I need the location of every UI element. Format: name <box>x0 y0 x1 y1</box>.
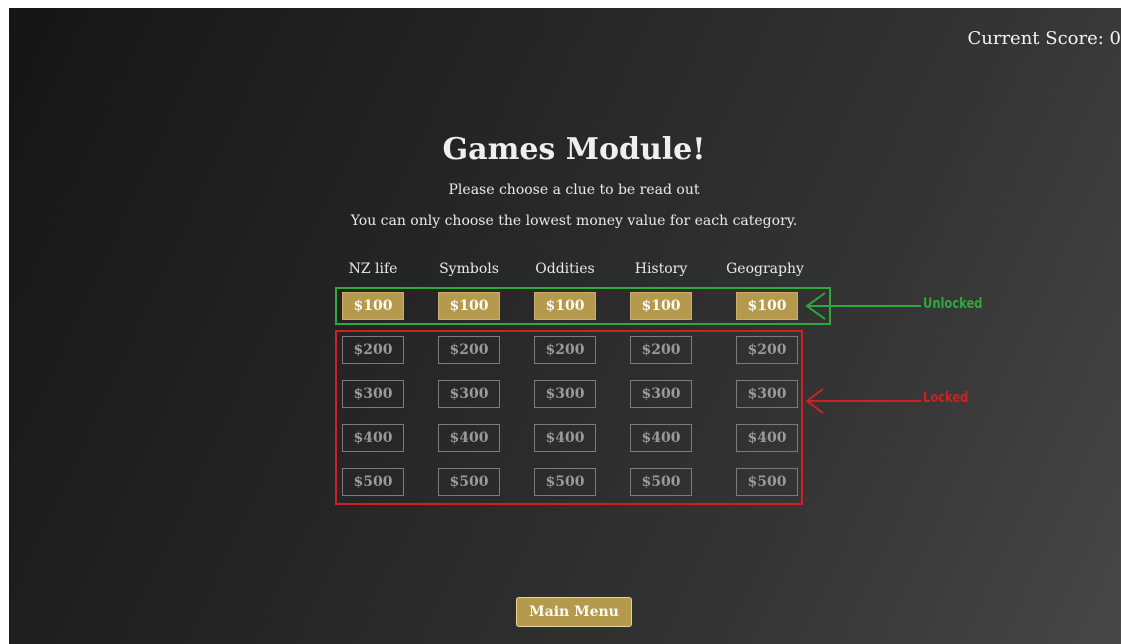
clue-button-geography-400: $400 <box>736 424 798 452</box>
clue-button-geography-200: $200 <box>736 336 798 364</box>
unlocked-annotation-label: Unlocked <box>923 296 983 312</box>
clue-button-oddities-100[interactable]: $100 <box>534 292 596 320</box>
clue-button-history-300: $300 <box>630 380 692 408</box>
main-menu-button[interactable]: Main Menu <box>516 597 632 627</box>
clue-button-symbols-500: $500 <box>438 468 500 496</box>
unlocked-arrow-icon <box>805 292 921 320</box>
category-header-history: History <box>634 261 688 277</box>
instruction-text: Please choose a clue to be read out <box>448 182 700 198</box>
clue-button-nz-life-400: $400 <box>342 424 404 452</box>
clue-button-history-400: $400 <box>630 424 692 452</box>
page-title: Games Module! <box>442 132 706 167</box>
category-header-symbols: Symbols <box>439 261 499 277</box>
annotation-arrows <box>805 292 921 414</box>
clue-button-symbols-200: $200 <box>438 336 500 364</box>
clue-button-geography-300: $300 <box>736 380 798 408</box>
clue-button-nz-life-300: $300 <box>342 380 404 408</box>
clue-button-oddities-200: $200 <box>534 336 596 364</box>
clue-button-history-500: $500 <box>630 468 692 496</box>
clue-button-nz-life-100[interactable]: $100 <box>342 292 404 320</box>
clue-button-oddities-500: $500 <box>534 468 596 496</box>
rule-text: You can only choose the lowest money val… <box>350 213 798 229</box>
game-window: Current Score: 0 Games Module! Please ch… <box>9 8 1121 644</box>
clue-button-history-100[interactable]: $100 <box>630 292 692 320</box>
clue-button-oddities-400: $400 <box>534 424 596 452</box>
locked-arrow-icon <box>805 388 921 414</box>
clue-button-history-200: $200 <box>630 336 692 364</box>
category-header-oddities: Oddities <box>535 261 595 277</box>
category-header-geography: Geography <box>726 261 804 277</box>
clue-button-nz-life-500: $500 <box>342 468 404 496</box>
locked-annotation-label: Locked <box>923 390 969 406</box>
clue-button-symbols-300: $300 <box>438 380 500 408</box>
clue-button-geography-500: $500 <box>736 468 798 496</box>
clue-button-symbols-100[interactable]: $100 <box>438 292 500 320</box>
category-header-nz-life: NZ life <box>348 261 398 277</box>
clue-button-symbols-400: $400 <box>438 424 500 452</box>
clue-button-geography-100[interactable]: $100 <box>736 292 798 320</box>
clue-button-oddities-300: $300 <box>534 380 596 408</box>
current-score: Current Score: 0 <box>967 28 1121 49</box>
clue-button-nz-life-200: $200 <box>342 336 404 364</box>
